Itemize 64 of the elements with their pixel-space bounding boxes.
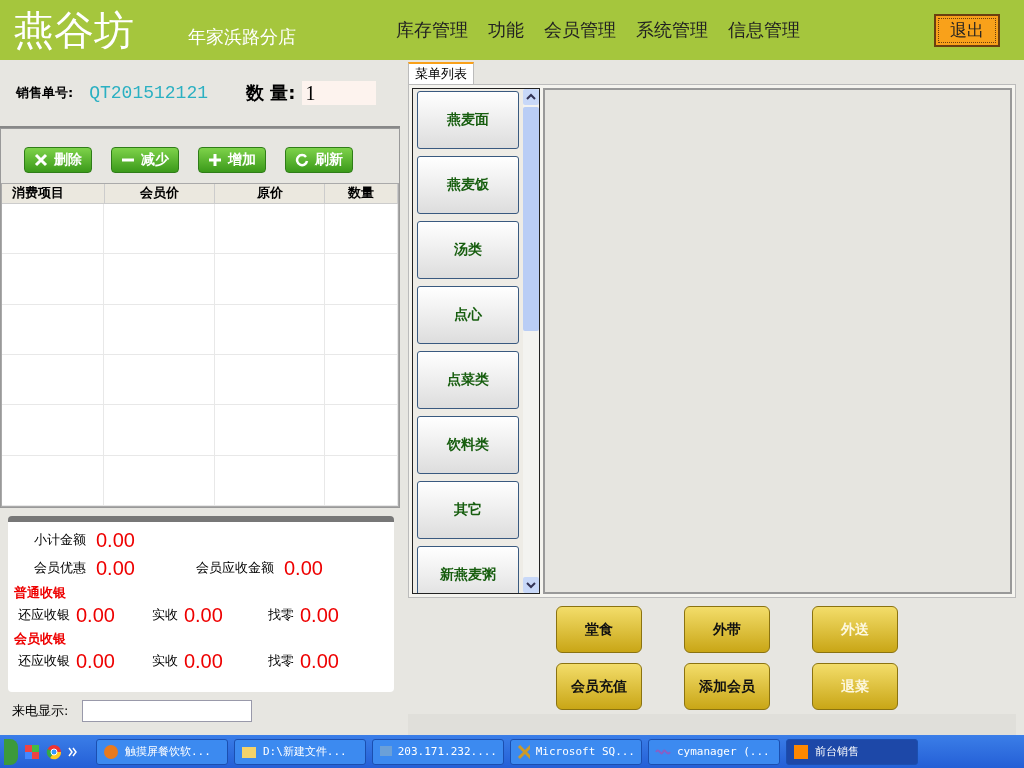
amount-value: 0.00 (183, 603, 223, 627)
category-button[interactable]: 饮料类 (417, 416, 519, 474)
order-number-label: 销售单号: (16, 84, 74, 102)
plus-icon (208, 153, 222, 167)
amount-label: 找零 (267, 652, 294, 670)
branch-name: 年家浜路分店 (188, 25, 297, 49)
section-title: 会员收银 (14, 630, 67, 648)
amount-value: 0.00 (76, 603, 115, 627)
action-button[interactable]: 会员充值 (556, 663, 642, 710)
order-number: QT201512121 (89, 83, 209, 103)
taskbar-button[interactable]: 前台销售 (786, 738, 918, 765)
amount-label: 实收 (151, 606, 178, 624)
menu-item[interactable]: 信息管理 (728, 18, 800, 42)
menu-tab[interactable]: 菜单列表 (408, 62, 474, 84)
subtotal-value: 0.00 (96, 528, 135, 552)
caller-field[interactable] (82, 700, 253, 722)
action-button[interactable]: 添加会员 (684, 663, 770, 710)
amount-label: 找零 (267, 606, 294, 624)
column-header: 会员价 (104, 184, 215, 203)
chevron-icon[interactable] (68, 746, 78, 757)
section-title: 普通收银 (14, 584, 67, 602)
category-button[interactable]: 新燕麦粥 (417, 546, 519, 593)
subtotal-label: 小计金额 (34, 531, 86, 549)
discount-value: 0.00 (96, 556, 136, 580)
scroll-down-icon[interactable] (523, 577, 539, 593)
amount-label: 还应收银 (18, 652, 70, 670)
window-icon (103, 743, 119, 760)
receivable-value: 0.00 (284, 556, 323, 580)
app-logo: 燕谷坊 (14, 5, 134, 55)
category-button[interactable]: 燕麦饭 (417, 156, 519, 214)
menu-item[interactable]: 功能 (488, 18, 524, 42)
receivable-label: 会员应收金额 (196, 559, 274, 577)
column-header: 数量 (325, 184, 398, 203)
discount-label: 会员优惠 (34, 559, 86, 577)
category-button[interactable]: 点心 (417, 286, 519, 344)
quantity-label: 数 量: (246, 81, 296, 105)
category-button[interactable]: 汤类 (417, 221, 519, 279)
scroll-up-icon[interactable] (523, 89, 539, 105)
caller-label: 来电显示: (12, 702, 69, 720)
menu-item[interactable]: 库存管理 (396, 18, 468, 42)
action-button[interactable]: 堂食 (556, 606, 642, 653)
refresh-icon (295, 153, 309, 167)
amount-value: 0.00 (76, 649, 115, 673)
menu-item[interactable]: 系统管理 (636, 18, 708, 42)
exit-button[interactable]: 退出 (934, 13, 1000, 47)
amount-label: 还应收银 (18, 606, 70, 624)
category-button[interactable]: 燕麦面 (417, 91, 519, 149)
start-button[interactable] (4, 738, 18, 765)
category-button[interactable]: 点菜类 (417, 351, 519, 409)
amount-value: 0.00 (299, 649, 339, 673)
amount-label: 实收 (151, 652, 178, 670)
chrome-icon[interactable] (46, 743, 62, 760)
amount-value: 0.00 (183, 649, 223, 673)
scrollbar[interactable] (523, 89, 539, 593)
window-icon (517, 743, 530, 760)
window-icon (793, 743, 809, 760)
close-icon (34, 153, 48, 167)
action-button[interactable]: 外带 (684, 606, 770, 653)
quantity-field[interactable]: 1 (301, 81, 376, 105)
column-header: 原价 (214, 184, 326, 203)
menu-item[interactable]: 会员管理 (544, 18, 616, 42)
amount-value: 0.00 (299, 603, 339, 627)
column-header: 消费项目 (2, 184, 105, 203)
category-button[interactable]: 其它 (417, 481, 519, 539)
